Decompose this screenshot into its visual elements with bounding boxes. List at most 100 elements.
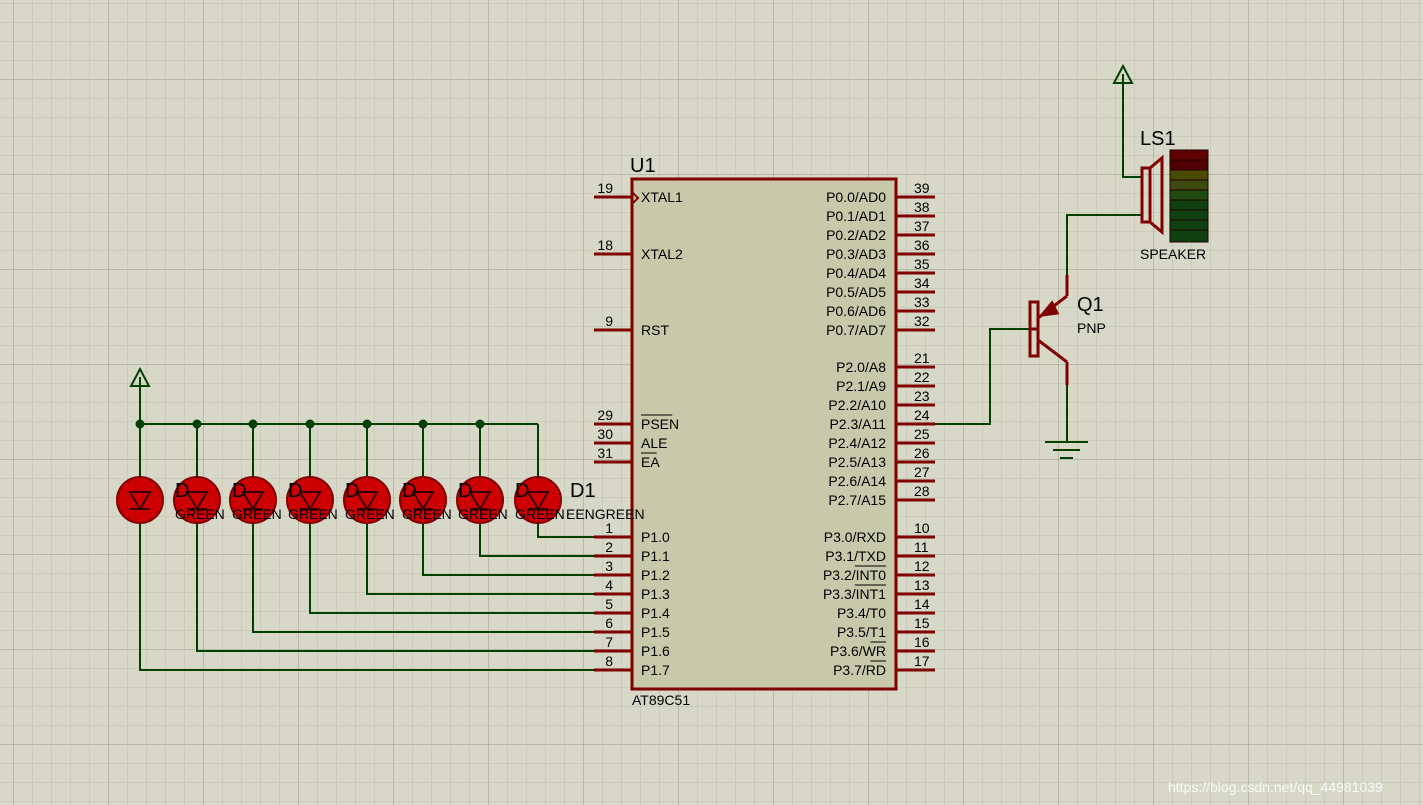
led-1[interactable] bbox=[116, 476, 164, 524]
schematic-canvas: 19 XTAL1 18 XTAL2 9 RST 29 PSEN 30 ALE 31 EA 1 P1.0 2 P… bbox=[116, 63, 1383, 795]
pin-label-p0-2-ad2: P0.2/AD2 bbox=[826, 227, 886, 243]
pin-label-p3-2-int0: P3.2/INT0 bbox=[823, 567, 886, 583]
pin-label-p2-0-a8: P2.0/A8 bbox=[836, 359, 886, 375]
led-value-label: GREEN bbox=[232, 506, 282, 522]
pin-label-p3-5-t1: P3.5/T1 bbox=[837, 624, 886, 640]
pin-number-13: 13 bbox=[914, 577, 930, 593]
led-value-label: GREEN bbox=[458, 506, 508, 522]
pin-label-p1-4: P1.4 bbox=[641, 605, 670, 621]
pin-number-18: 18 bbox=[597, 237, 613, 253]
led-value-overlap-right: EENGREEN bbox=[566, 506, 645, 522]
speaker-ls1[interactable] bbox=[1140, 149, 1209, 243]
pin-label-p1-7: P1.7 bbox=[641, 662, 670, 678]
pin-label-p0-6-ad6: P0.6/AD6 bbox=[826, 303, 886, 319]
pin-number-36: 36 bbox=[914, 237, 930, 253]
led-ref-fragment: D bbox=[232, 480, 246, 502]
pin-number-3: 3 bbox=[605, 558, 613, 574]
pin-label-p1-2: P1.2 bbox=[641, 567, 670, 583]
led-value-label: GREEN bbox=[175, 506, 225, 522]
pin-label-xtal1: XTAL1 bbox=[641, 189, 683, 205]
pin-number-29: 29 bbox=[597, 407, 613, 423]
pin-number-23: 23 bbox=[914, 388, 930, 404]
pin-number-16: 16 bbox=[914, 634, 930, 650]
pin-label-p3-3-int1: P3.3/INT1 bbox=[823, 586, 886, 602]
pin-number-38: 38 bbox=[914, 199, 930, 215]
mcu-part-label: AT89C51 bbox=[632, 692, 690, 708]
pin-label-xtal2: XTAL2 bbox=[641, 246, 683, 262]
speaker-ref-label: LS1 bbox=[1140, 128, 1176, 150]
pin-label-p1-0: P1.0 bbox=[641, 529, 670, 545]
led-ref-fragment: D bbox=[402, 480, 416, 502]
pin-label-p3-0-rxd: P3.0/RXD bbox=[824, 529, 886, 545]
pin-label-rst: RST bbox=[641, 322, 669, 338]
transistor-q1[interactable] bbox=[1028, 275, 1069, 385]
pin-number-24: 24 bbox=[914, 407, 930, 423]
pin-number-2: 2 bbox=[605, 539, 613, 555]
led-ref-fragment: D bbox=[515, 480, 529, 502]
pin-label-ea: EA bbox=[641, 454, 660, 470]
pin-number-31: 31 bbox=[597, 445, 613, 461]
pin-number-32: 32 bbox=[914, 313, 930, 329]
power-terminal-right-icon[interactable] bbox=[1112, 63, 1134, 84]
pin-number-19: 19 bbox=[597, 180, 613, 196]
pin-number-26: 26 bbox=[914, 445, 930, 461]
pin-number-9: 9 bbox=[605, 313, 613, 329]
pin-number-34: 34 bbox=[914, 275, 930, 291]
pin-number-7: 7 bbox=[605, 634, 613, 650]
pin-number-17: 17 bbox=[914, 653, 930, 669]
led-ref-fragment: D bbox=[345, 480, 359, 502]
power-terminal-left-icon[interactable] bbox=[129, 366, 151, 387]
pin-label-p2-5-a13: P2.5/A13 bbox=[828, 454, 886, 470]
pin-label-p2-6-a14: P2.6/A14 bbox=[828, 473, 886, 489]
pin-number-22: 22 bbox=[914, 369, 930, 385]
pin-number-12: 12 bbox=[914, 558, 930, 574]
pin-number-10: 10 bbox=[914, 520, 930, 536]
led-ref-label: D1 bbox=[570, 480, 596, 502]
pin-number-39: 39 bbox=[914, 180, 930, 196]
pin-label-ale: ALE bbox=[641, 435, 667, 451]
pin-label-p0-0-ad0: P0.0/AD0 bbox=[826, 189, 886, 205]
watermark: https://blog.csdn.net/qq_44981039 bbox=[1168, 779, 1383, 795]
pin-label-p0-3-ad3: P0.3/AD3 bbox=[826, 246, 886, 262]
speaker-level-meter bbox=[1169, 149, 1209, 243]
pin-number-21: 21 bbox=[914, 350, 930, 366]
pin-number-25: 25 bbox=[914, 426, 930, 442]
pin-number-37: 37 bbox=[914, 218, 930, 234]
mcu-ref-label: U1 bbox=[630, 155, 656, 177]
pin-label-p2-7-a15: P2.7/A15 bbox=[828, 492, 886, 508]
base-wire bbox=[935, 328, 1030, 425]
speaker-value-label: SPEAKER bbox=[1140, 246, 1206, 262]
pin-number-6: 6 bbox=[605, 615, 613, 631]
pin-number-11: 11 bbox=[914, 539, 929, 555]
pin-label-p1-5: P1.5 bbox=[641, 624, 670, 640]
led-value-label: GREEN bbox=[288, 506, 338, 522]
led-port-wires bbox=[139, 522, 595, 671]
pin-label-p2-4-a12: P2.4/A12 bbox=[828, 435, 886, 451]
mcu-u1[interactable]: 19 XTAL1 18 XTAL2 9 RST 29 PSEN 30 ALE 31 EA 1 P1.0 2 P… bbox=[594, 155, 935, 708]
transistor-type-label: PNP bbox=[1077, 320, 1106, 336]
pin-label-p1-6: P1.6 bbox=[641, 643, 670, 659]
pin-label-p1-1: P1.1 bbox=[641, 548, 670, 564]
led-rail-drops bbox=[139, 424, 539, 478]
pin-label-p2-3-a11: P2.3/A11 bbox=[829, 416, 886, 432]
led-ref-fragment: D bbox=[288, 480, 302, 502]
pin-number-1: 1 bbox=[605, 520, 613, 536]
pin-label-p3-1-txd: P3.1/TXD bbox=[825, 548, 886, 564]
pin-label-p2-2-a10: P2.2/A10 bbox=[828, 397, 886, 413]
pin-label-p0-4-ad4: P0.4/AD4 bbox=[826, 265, 886, 281]
pin-number-28: 28 bbox=[914, 483, 930, 499]
transistor-ref-label: Q1 bbox=[1077, 294, 1104, 316]
led-value-label: GREEN bbox=[345, 506, 395, 522]
led-value-label: GREEN bbox=[515, 506, 565, 522]
pin-number-30: 30 bbox=[597, 426, 613, 442]
ground-terminal-icon[interactable] bbox=[1045, 441, 1088, 459]
pin-label-psen: PSEN bbox=[641, 416, 679, 432]
pin-label-p0-1-ad1: P0.1/AD1 bbox=[826, 208, 886, 224]
led-ref-fragment: D bbox=[458, 480, 472, 502]
pin-label-p0-7-ad7: P0.7/AD7 bbox=[826, 322, 886, 338]
pin-label-p0-5-ad5: P0.5/AD5 bbox=[826, 284, 886, 300]
pin-label-p3-4-t0: P3.4/T0 bbox=[837, 605, 886, 621]
pin-label-p2-1-a9: P2.1/A9 bbox=[836, 378, 886, 394]
pin-number-14: 14 bbox=[914, 596, 930, 612]
pin-number-15: 15 bbox=[914, 615, 930, 631]
